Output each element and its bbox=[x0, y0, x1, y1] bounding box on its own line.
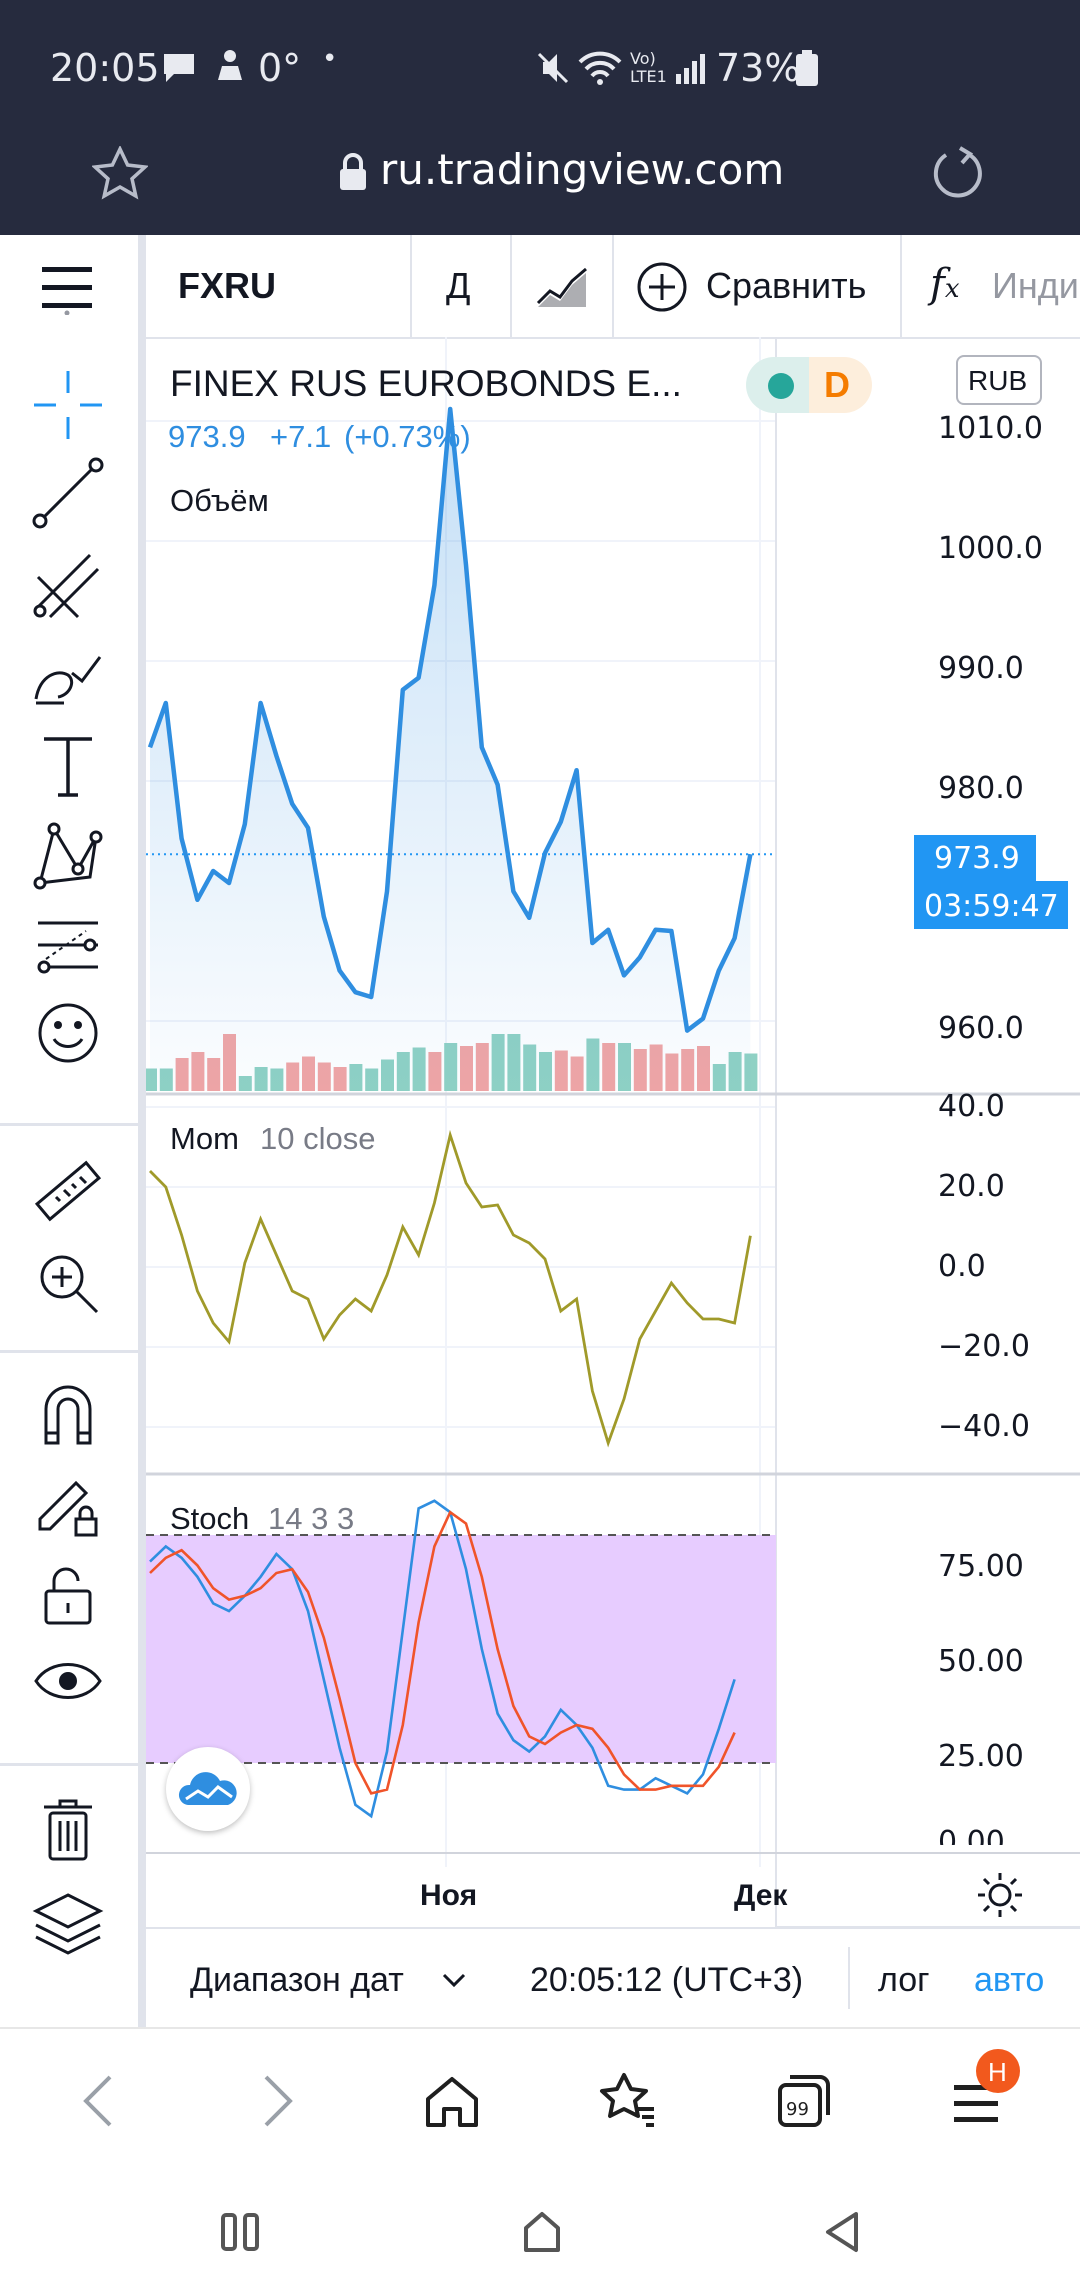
signal-icon bbox=[676, 54, 705, 84]
lte-indicator: Vo) LTE1 bbox=[630, 49, 667, 86]
ruler-icon[interactable] bbox=[30, 1153, 106, 1229]
bar-countdown: 03:59:47 bbox=[914, 881, 1068, 929]
currency-button[interactable]: RUB bbox=[956, 355, 1042, 405]
menu-icon[interactable] bbox=[42, 265, 94, 315]
lock-drawings-icon[interactable] bbox=[30, 1467, 106, 1543]
stoch-tick-clip: 0.00 bbox=[938, 1829, 1068, 1845]
compare-plus-icon[interactable] bbox=[636, 261, 688, 313]
symbol-title[interactable]: FINEX RUS EUROBONDS E... bbox=[170, 363, 682, 405]
indicators-button[interactable]: Инди bbox=[992, 265, 1079, 307]
trend-line-icon[interactable] bbox=[30, 455, 106, 531]
home-nav-icon[interactable] bbox=[520, 2210, 564, 2254]
auto-scale-button[interactable]: авто bbox=[974, 1961, 1044, 2000]
recent-apps-icon[interactable] bbox=[220, 2212, 262, 2252]
legend-change: +7.1 bbox=[270, 419, 332, 454]
figure-icon bbox=[218, 50, 242, 80]
time-tick: Ноя bbox=[420, 1879, 478, 1912]
mute-icon bbox=[537, 52, 569, 84]
status-dot: • bbox=[322, 44, 338, 74]
unlock-icon[interactable] bbox=[30, 1555, 106, 1631]
trash-icon[interactable] bbox=[30, 1791, 106, 1867]
stoch-tick: 0.00 bbox=[938, 1829, 1005, 1845]
magnet-icon[interactable] bbox=[30, 1377, 106, 1453]
lock-icon bbox=[340, 153, 366, 190]
stoch-tick: 25.00 bbox=[938, 1739, 1024, 1774]
range-bar: Диапазон дат 20:05:12 (UTC+3) лог авто bbox=[146, 1927, 1080, 2029]
legend-change-pct: (+0.73%) bbox=[344, 419, 471, 454]
mom-tick: 20.0 bbox=[938, 1169, 1005, 1204]
drawing-toolbar bbox=[0, 337, 146, 2027]
fork-tool-icon[interactable] bbox=[30, 547, 106, 623]
wifi-icon bbox=[578, 51, 622, 85]
brush-icon[interactable] bbox=[30, 637, 106, 713]
back-arrow-icon[interactable] bbox=[78, 2073, 118, 2129]
stoch-params: 14 3 3 bbox=[268, 1501, 355, 1536]
home-icon[interactable] bbox=[424, 2073, 480, 2129]
mom-tick: 0.0 bbox=[938, 1249, 986, 1284]
price-tick: 990.0 bbox=[938, 651, 1024, 686]
chart-toolbar: FXRU Д Сравнить fx Инди bbox=[0, 235, 1080, 339]
mom-params: 10 close bbox=[260, 1121, 376, 1156]
mom-tick: −40.0 bbox=[938, 1409, 1030, 1444]
price-tick: 1010.0 bbox=[938, 411, 1043, 446]
status-temp: 0° bbox=[258, 46, 302, 90]
stoch-tick: 75.00 bbox=[938, 1549, 1024, 1584]
interval-button[interactable]: Д bbox=[446, 265, 470, 307]
zoom-in-icon[interactable] bbox=[30, 1245, 106, 1321]
pattern-tool-icon[interactable] bbox=[30, 817, 106, 893]
status-time: 20:05 bbox=[50, 46, 160, 90]
weather-cloud-button[interactable] bbox=[166, 1747, 250, 1831]
cloud-chart-icon bbox=[178, 1772, 237, 1805]
chart-style-icon[interactable] bbox=[536, 263, 590, 309]
clock-timezone[interactable]: 20:05:12 (UTC+3) bbox=[530, 1961, 803, 2000]
mom-tick: −20.0 bbox=[938, 1329, 1030, 1364]
message-icon bbox=[164, 54, 194, 82]
mom-title[interactable]: Mom bbox=[170, 1121, 239, 1157]
volume-label[interactable]: Объём bbox=[170, 483, 269, 519]
stoch-tick: 50.00 bbox=[938, 1644, 1024, 1679]
range-divider bbox=[848, 1947, 850, 2009]
price-tick: 1000.0 bbox=[938, 531, 1043, 566]
battery-icon bbox=[796, 50, 818, 86]
mom-tick: 40.0 bbox=[938, 1089, 1005, 1124]
bookmark-star-icon[interactable] bbox=[92, 146, 148, 200]
tabs-icon[interactable]: 99 bbox=[776, 2071, 832, 2129]
price-tick: 960.0 bbox=[938, 1011, 1024, 1046]
time-tick: Дек bbox=[734, 1879, 788, 1912]
crosshair-icon[interactable] bbox=[30, 367, 106, 443]
date-range-button[interactable]: Диапазон дат bbox=[190, 1961, 404, 2000]
eye-icon[interactable] bbox=[30, 1643, 106, 1719]
last-price-label: 973.9 bbox=[914, 835, 1036, 881]
symbol-button[interactable]: FXRU bbox=[178, 265, 276, 307]
battery-percent: 73% bbox=[716, 46, 801, 90]
compare-button[interactable]: Сравнить bbox=[706, 265, 866, 307]
settings-sun-icon[interactable] bbox=[976, 1871, 1024, 1919]
reload-icon[interactable] bbox=[930, 146, 986, 202]
market-status-pill[interactable]: D bbox=[746, 357, 872, 413]
status-bar: 20:05 0° • Vo) LTE1 73% ru.tradingview.co… bbox=[0, 0, 1080, 235]
back-nav-icon[interactable] bbox=[822, 2210, 862, 2254]
log-scale-button[interactable]: лог bbox=[878, 1961, 930, 2000]
system-nav-bar bbox=[0, 2182, 1080, 2280]
bookmarks-star-icon[interactable] bbox=[598, 2071, 658, 2129]
notification-badge: Н bbox=[976, 2049, 1020, 2093]
text-tool-icon[interactable] bbox=[30, 729, 106, 805]
forward-arrow-icon[interactable] bbox=[258, 2073, 298, 2129]
stoch-band bbox=[146, 1535, 776, 1763]
prediction-tool-icon[interactable] bbox=[30, 907, 106, 983]
layers-icon[interactable] bbox=[30, 1887, 106, 1963]
browser-nav-bar: 99 Н bbox=[0, 2027, 1080, 2184]
emoji-icon[interactable] bbox=[30, 995, 106, 1071]
svg-text:99: 99 bbox=[786, 2099, 809, 2120]
mom-line bbox=[149, 1129, 752, 1448]
url-text[interactable]: ru.tradingview.com bbox=[380, 145, 784, 194]
price-tick: 980.0 bbox=[938, 771, 1024, 806]
delay-badge: D bbox=[824, 364, 850, 405]
indicators-fx-icon[interactable]: fx bbox=[930, 261, 959, 307]
chart-area[interactable]: FINEX RUS EUROBONDS E... D RUB 973.9 +7.… bbox=[146, 337, 1080, 2027]
market-open-dot bbox=[768, 373, 794, 399]
legend-price: 973.9 bbox=[168, 419, 246, 454]
chevron-down-icon[interactable] bbox=[442, 1973, 466, 1989]
stoch-title[interactable]: Stoch bbox=[170, 1501, 249, 1537]
